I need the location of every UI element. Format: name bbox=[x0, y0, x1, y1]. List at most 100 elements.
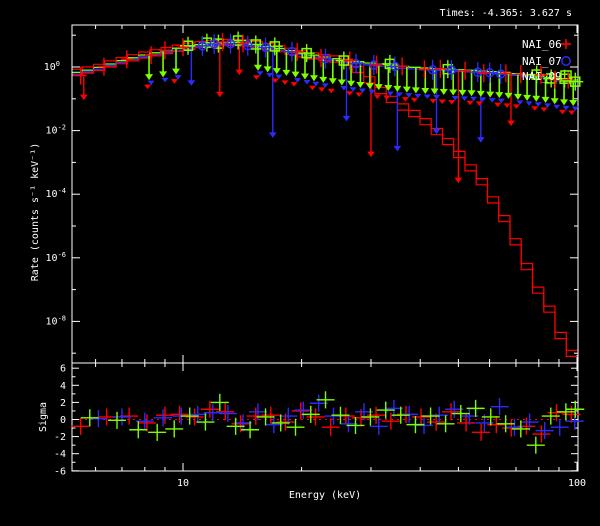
down-arrow-icon bbox=[281, 80, 289, 85]
down-arrow-icon bbox=[494, 102, 502, 108]
down-arrow-icon bbox=[327, 88, 335, 94]
down-arrow-icon bbox=[460, 96, 468, 101]
down-arrow-icon bbox=[562, 105, 570, 111]
down-arrow-icon bbox=[402, 86, 411, 93]
down-arrow-icon bbox=[430, 88, 439, 95]
down-arrow-icon bbox=[525, 101, 533, 106]
legend: NAI_06 NAI_07 NAI_09 bbox=[522, 38, 572, 83]
down-arrow-icon bbox=[384, 85, 393, 92]
down-arrow-icon bbox=[477, 137, 485, 143]
down-arrow-icon bbox=[253, 64, 262, 71]
down-arrow-icon bbox=[393, 145, 402, 152]
down-arrow-icon bbox=[328, 78, 337, 85]
down-arrow-icon bbox=[507, 120, 515, 127]
y-axis-label-sigma: Sigma bbox=[38, 402, 49, 432]
down-arrow-icon bbox=[541, 96, 550, 103]
x-tick-label: 10 bbox=[177, 478, 189, 489]
down-arrow-icon bbox=[356, 82, 365, 89]
down-arrow-icon bbox=[560, 99, 569, 106]
down-arrow-icon bbox=[294, 78, 302, 83]
down-arrow-icon bbox=[291, 71, 300, 78]
down-arrow-icon bbox=[383, 95, 391, 101]
down-arrow-icon bbox=[312, 81, 320, 87]
down-arrow-icon bbox=[532, 95, 541, 102]
down-arrow-icon bbox=[393, 85, 402, 92]
down-arrow-icon bbox=[263, 66, 272, 73]
down-arrow-icon bbox=[347, 80, 356, 87]
down-arrow-icon bbox=[475, 101, 483, 106]
down-arrow-icon bbox=[342, 115, 351, 122]
sigma-tick-label: 6 bbox=[60, 364, 66, 375]
down-arrow-icon bbox=[523, 94, 532, 101]
spectrum-plot: Times: -4.365: 3.627 s 10010-210-410-610… bbox=[30, 8, 586, 501]
down-arrow-icon bbox=[368, 89, 376, 95]
down-arrow-icon bbox=[410, 97, 418, 103]
down-arrow-icon bbox=[171, 79, 179, 84]
down-arrow-icon bbox=[172, 68, 181, 75]
down-arrow-icon bbox=[421, 87, 430, 94]
down-arrow-icon bbox=[161, 77, 169, 83]
down-arrow-icon bbox=[414, 93, 422, 99]
down-arrow-icon bbox=[275, 74, 283, 80]
y-tick-label: 100 bbox=[44, 60, 60, 73]
down-arrow-icon bbox=[513, 93, 522, 100]
down-arrow-icon bbox=[252, 75, 260, 80]
down-arrow-icon bbox=[367, 151, 375, 158]
sigma-panel-frame bbox=[71, 362, 579, 472]
down-arrow-icon bbox=[454, 177, 463, 184]
down-arrow-icon bbox=[235, 69, 244, 76]
upper-limit-arrows bbox=[144, 44, 579, 116]
down-arrow-icon bbox=[438, 99, 446, 104]
down-arrow-icon bbox=[79, 94, 88, 101]
sigma-tick-label: 2 bbox=[60, 398, 66, 409]
down-arrow-icon bbox=[433, 94, 441, 100]
down-arrow-icon bbox=[534, 102, 542, 107]
down-arrow-icon bbox=[466, 100, 474, 106]
down-arrow-icon bbox=[187, 80, 196, 86]
down-arrow-icon bbox=[476, 90, 485, 97]
y-axis-label-main: Rate (counts s⁻¹ keV⁻¹) bbox=[30, 143, 41, 281]
down-arrow-icon bbox=[147, 80, 155, 86]
down-arrow-icon bbox=[319, 76, 328, 83]
down-arrow-icon bbox=[568, 110, 576, 116]
down-arrow-icon bbox=[486, 91, 495, 98]
legend-label: NAI_07 bbox=[522, 55, 562, 68]
down-arrow-icon bbox=[349, 87, 357, 92]
circle-marker-icon bbox=[561, 56, 571, 66]
sigma-tick-label: 0 bbox=[60, 415, 66, 426]
down-arrow-icon bbox=[411, 87, 420, 94]
down-arrow-icon bbox=[373, 94, 381, 100]
residual-points bbox=[71, 391, 585, 454]
down-arrow-icon bbox=[512, 104, 520, 109]
down-arrow-icon bbox=[405, 93, 413, 98]
plot-title: Times: -4.365: 3.627 s bbox=[440, 8, 572, 19]
legend-label: NAI_06 bbox=[522, 38, 562, 51]
down-arrow-icon bbox=[470, 96, 478, 102]
down-arrow-icon bbox=[272, 68, 281, 75]
down-arrow-icon bbox=[318, 87, 326, 92]
down-arrow-icon bbox=[503, 103, 511, 108]
down-arrow-icon bbox=[268, 132, 277, 138]
down-arrow-icon bbox=[516, 100, 524, 105]
y-tick-label: 10-6 bbox=[46, 251, 66, 264]
legend-label: NAI_09 bbox=[522, 70, 562, 83]
down-arrow-icon bbox=[458, 89, 467, 96]
y-tick-label: 10-8 bbox=[46, 314, 66, 327]
down-arrow-icon bbox=[553, 104, 561, 110]
down-arrow-icon bbox=[386, 91, 394, 97]
main-panel: 100 10-2 10-4 10-6 10-8 NAI_06 NAI_07 NAI_09 bbox=[44, 24, 584, 364]
down-arrow-icon bbox=[432, 128, 441, 135]
down-arrow-icon bbox=[451, 95, 459, 101]
down-arrow-icon bbox=[439, 88, 448, 95]
down-arrow-icon bbox=[423, 94, 431, 99]
down-arrow-icon bbox=[256, 71, 264, 76]
x-tick-label: 100 bbox=[568, 478, 586, 489]
down-arrow-icon bbox=[488, 98, 496, 103]
down-arrow-icon bbox=[144, 84, 152, 90]
down-arrow-icon bbox=[159, 71, 168, 78]
sigma-tick-label: -2 bbox=[54, 432, 66, 443]
down-arrow-icon bbox=[550, 98, 559, 105]
down-arrow-icon bbox=[401, 97, 409, 102]
down-arrow-icon bbox=[467, 90, 476, 97]
down-arrow-icon bbox=[290, 82, 298, 87]
